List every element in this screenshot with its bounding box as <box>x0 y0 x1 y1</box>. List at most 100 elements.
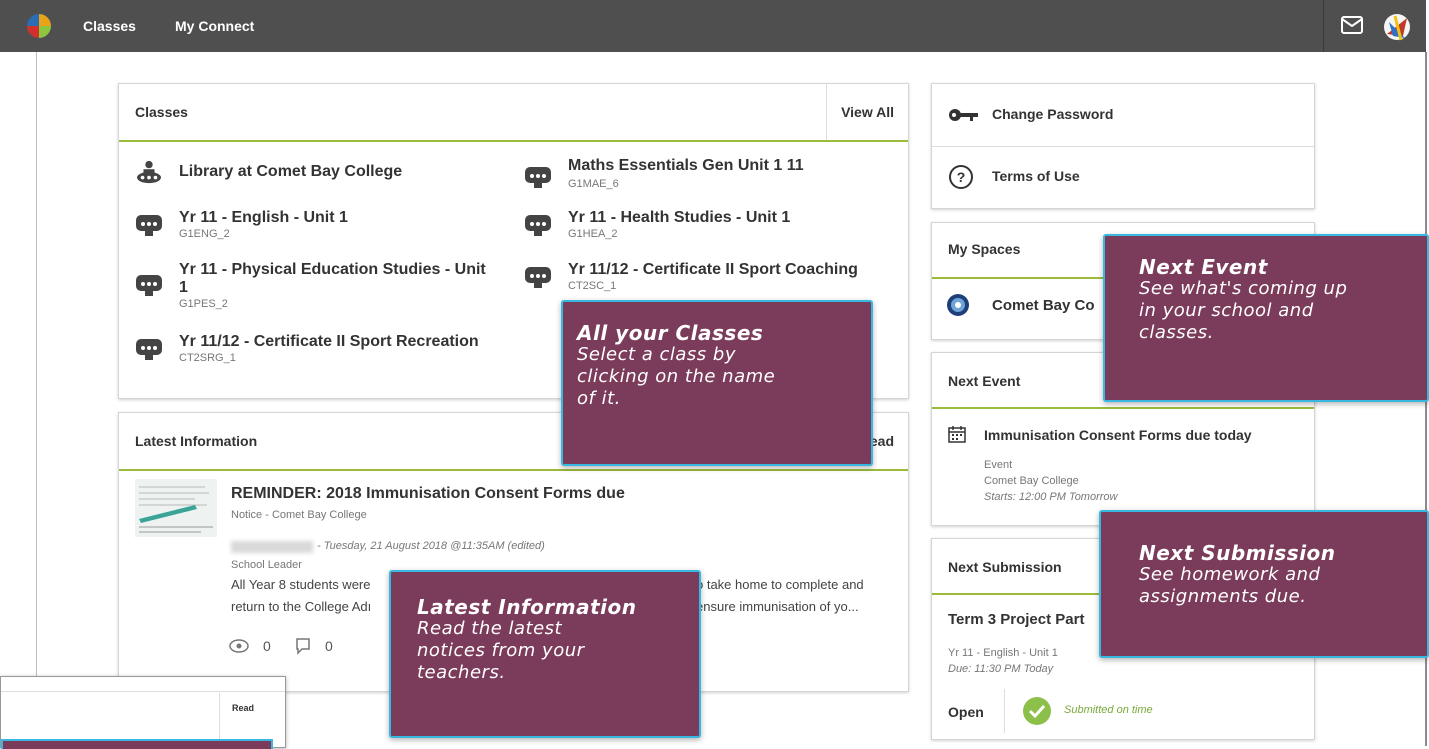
notice-body-line1-right: o take home to complete and <box>696 577 864 592</box>
submission-name[interactable]: Term 3 Project Part <box>948 611 1084 628</box>
class-code: G1PES_2 <box>179 298 228 310</box>
author-role: School Leader <box>231 559 302 571</box>
class-code: G1MAE_6 <box>568 178 619 190</box>
class-item-pe[interactable]: Yr 11 - Physical Education Studies - Uni… <box>135 260 515 316</box>
class-name[interactable]: Yr 11 - Health Studies - Unit 1 <box>568 208 790 228</box>
callout-submission-title: Next Submission <box>1139 541 1336 565</box>
class-name[interactable]: Library at Comet Bay College <box>179 162 402 182</box>
event-type: Event <box>984 459 1013 471</box>
class-item-sport-recreation[interactable]: Yr 11/12 - Certificate II Sport Recreati… <box>135 332 515 366</box>
comments-count: 0 <box>325 638 333 654</box>
notice-body-line2: return to the College Adı <box>231 599 372 614</box>
class-code: CT2SRG_1 <box>179 352 236 364</box>
event-location: Comet Bay College <box>984 475 1079 487</box>
submission-status: Open <box>948 704 984 720</box>
mini-callout-strip <box>1 739 273 749</box>
class-name[interactable]: Yr 11 - Physical Education Studies - Uni… <box>179 260 486 280</box>
top-bar: Classes My Connect <box>0 0 1426 52</box>
terms-label[interactable]: Terms of Use <box>992 168 1080 184</box>
notice-title[interactable]: REMINDER: 2018 Immunisation Consent Form… <box>231 485 625 503</box>
notice-body-line1: All Year 8 students were <box>231 577 371 592</box>
callout-event-line1: See what's coming up <box>1139 278 1348 299</box>
change-password-row[interactable]: Change Password <box>932 84 1314 147</box>
mini-preview-divider <box>1 691 285 692</box>
callout-submission-line1: See homework and <box>1139 564 1321 585</box>
mark-all-read-link[interactable]: ead <box>870 433 894 449</box>
latest-info-title: Latest Information <box>135 433 258 449</box>
library-icon <box>137 160 161 184</box>
class-name[interactable]: Maths Essentials Gen Unit 1 11 <box>568 156 804 176</box>
view-all-link[interactable]: View All <box>826 84 908 140</box>
nav-my-connect[interactable]: My Connect <box>175 18 254 34</box>
svg-text:?: ? <box>957 169 966 185</box>
class-group-icon <box>136 215 162 236</box>
topbar-divider <box>1323 0 1324 52</box>
callout-info-line3: teachers. <box>417 662 506 683</box>
callout-event-title: Next Event <box>1139 255 1268 279</box>
class-name[interactable]: Yr 11/12 - Certificate II Sport Recreati… <box>179 332 479 352</box>
callout-classes-line2: clicking on the name <box>577 366 776 387</box>
next-submission-title: Next Submission <box>948 559 1062 575</box>
callout-event-line3: classes. <box>1139 322 1214 343</box>
terms-row[interactable]: ? Terms of Use <box>932 146 1314 208</box>
class-item-english[interactable]: Yr 11 - English - Unit 1 G1ENG_2 <box>135 208 515 242</box>
views-eye-icon <box>229 639 249 653</box>
callout-classes-title: All your Classes <box>577 321 764 345</box>
notice-body-line2-right: ensure immunisation of yo... <box>696 599 859 614</box>
notice-meta: Notice - Comet Bay College <box>231 509 367 521</box>
class-name[interactable]: Yr 11/12 - Certificate II Sport Coaching <box>568 260 858 280</box>
app-logo-icon[interactable] <box>25 12 53 40</box>
class-item-maths[interactable]: Maths Essentials Gen Unit 1 11 G1MAE_6 <box>524 156 904 190</box>
account-links-card: Change Password ? Terms of Use <box>931 83 1315 209</box>
key-icon <box>949 109 978 121</box>
class-code: CT2SC_1 <box>568 280 617 292</box>
class-name-continued[interactable]: 1 <box>179 278 188 298</box>
my-spaces-title: My Spaces <box>948 241 1021 257</box>
callout-next-event: Next Event See what's coming up in your … <box>1103 234 1429 402</box>
callout-classes-line1: Select a class by <box>577 344 736 365</box>
space-name[interactable]: Comet Bay Co <box>992 297 1095 314</box>
class-code: G1HEA_2 <box>568 228 618 240</box>
author-name-blurred <box>231 541 313 553</box>
nav-classes[interactable]: Classes <box>83 18 136 34</box>
callout-submission-line2: assignments due. <box>1139 586 1307 607</box>
callout-event-line2: in your school and <box>1139 300 1314 321</box>
status-divider <box>1004 689 1005 733</box>
submission-class: Yr 11 - English - Unit 1 <box>948 647 1058 659</box>
mail-icon[interactable] <box>1341 16 1363 34</box>
class-name[interactable]: Yr 11 - English - Unit 1 <box>179 208 348 228</box>
callout-classes: All your Classes Select a class by click… <box>561 300 873 466</box>
school-crest-icon <box>947 294 969 316</box>
class-group-icon <box>136 339 162 360</box>
class-item-sport-coaching[interactable]: Yr 11/12 - Certificate II Sport Coaching… <box>524 260 904 294</box>
callout-info-title: Latest Information <box>417 595 637 619</box>
notice-posted-date: - Tuesday, 21 August 2018 @11:35AM (edit… <box>317 540 545 552</box>
event-start: Starts: 12:00 PM Tomorrow <box>984 491 1118 503</box>
user-avatar[interactable] <box>1383 12 1411 42</box>
calendar-icon <box>948 426 966 443</box>
comment-icon[interactable] <box>295 637 311 655</box>
views-count: 0 <box>263 638 271 654</box>
classes-card-header: Classes View All <box>119 84 908 142</box>
class-group-icon <box>136 275 162 296</box>
callout-info-line1: Read the latest <box>417 618 563 639</box>
question-icon: ? <box>949 165 973 189</box>
classes-card-title: Classes <box>135 104 188 120</box>
callout-next-submission: Next Submission See homework and assignm… <box>1099 510 1429 658</box>
class-group-icon <box>525 215 551 236</box>
class-group-icon <box>525 267 551 288</box>
next-event-title: Next Event <box>948 373 1021 389</box>
change-password-label[interactable]: Change Password <box>992 106 1113 122</box>
submission-result: Submitted on time <box>1064 704 1153 716</box>
callout-info-line2: notices from your <box>417 640 585 661</box>
callout-latest-info: Latest Information Read the latest notic… <box>389 570 701 738</box>
mini-read-link[interactable]: Read <box>232 703 254 713</box>
event-name[interactable]: Immunisation Consent Forms due today <box>984 427 1252 443</box>
mini-read-cell: Read <box>219 693 264 739</box>
class-code: G1ENG_2 <box>179 228 230 240</box>
notice-thumbnail[interactable] <box>135 479 217 537</box>
class-item-library[interactable]: Library at Comet Bay College <box>135 156 515 190</box>
class-item-health[interactable]: Yr 11 - Health Studies - Unit 1 G1HEA_2 <box>524 208 904 242</box>
submission-due: Due: 11:30 PM Today <box>948 663 1054 675</box>
check-circle-icon <box>1023 697 1051 725</box>
